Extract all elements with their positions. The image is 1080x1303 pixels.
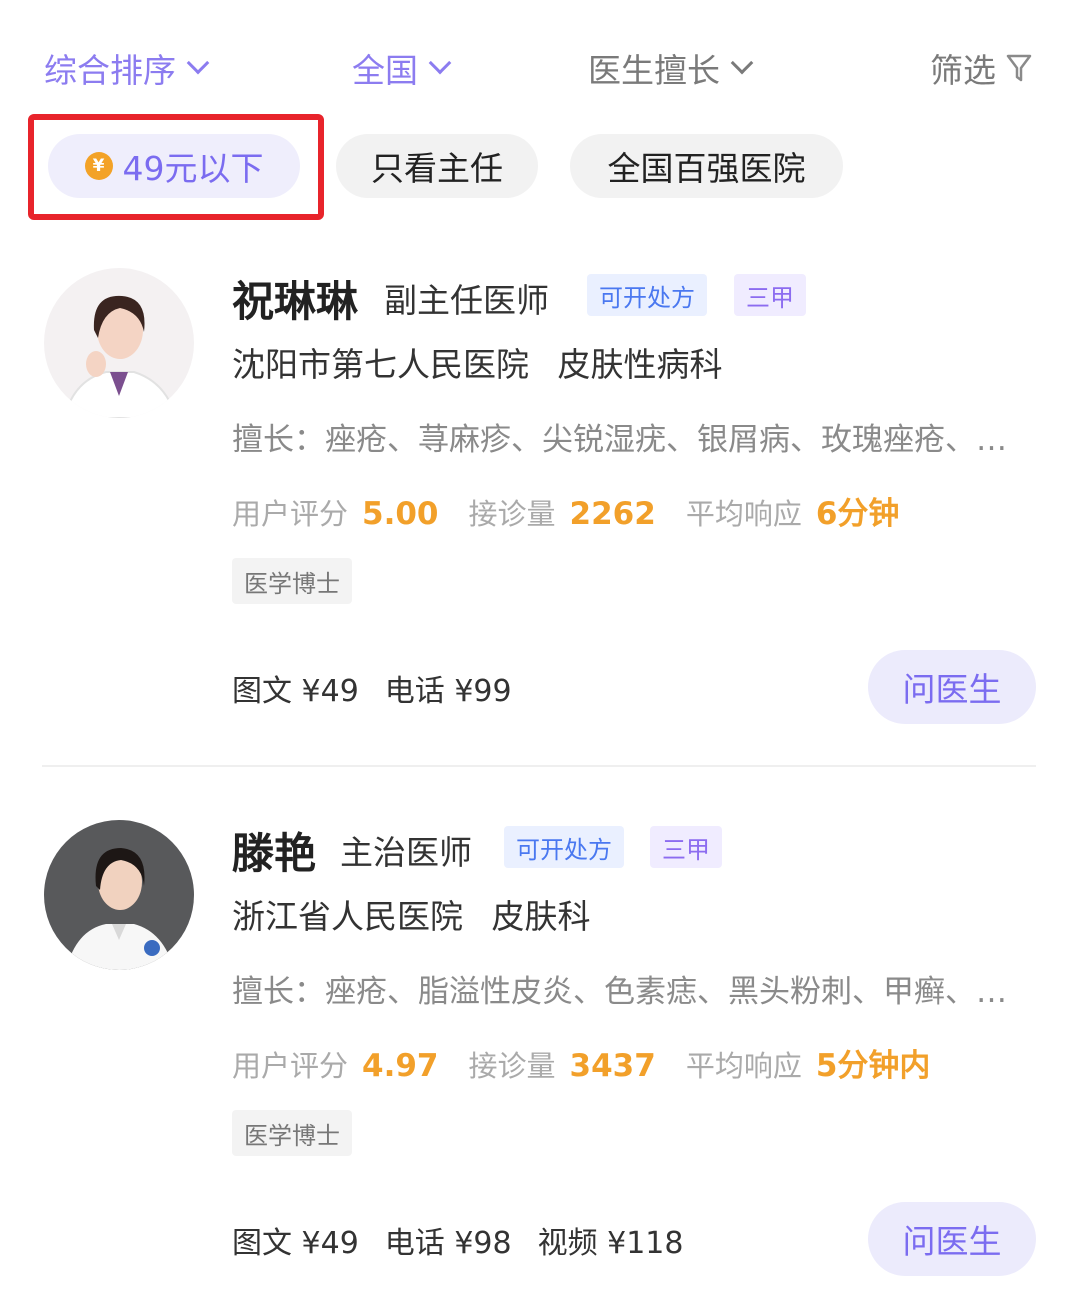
prescription-tag: 可开处方 [587, 274, 707, 316]
doctor-avatar [44, 268, 194, 418]
chevron-down-icon [730, 51, 754, 75]
degree-badge: 医学博士 [232, 558, 352, 604]
price-video: 视频 ¥118 [537, 1226, 684, 1261]
sort-dropdown[interactable]: 综合排序 [44, 42, 210, 94]
price-list: 图文 ¥49 电话 ¥99 [232, 666, 538, 710]
price-list: 图文 ¥49 电话 ¥98 视频 ¥118 [232, 1218, 709, 1262]
doctor-name: 祝琳琳 [232, 277, 359, 326]
rating-label: 用户评分 [232, 497, 349, 531]
chip-top100-hospitals[interactable]: 全国百强医院 [570, 134, 843, 198]
sort-label: 综合排序 [44, 51, 176, 90]
price-phone: 电话 ¥99 [384, 674, 512, 709]
response-label: 平均响应 [685, 497, 802, 531]
doctor-name: 滕艳 [232, 829, 317, 878]
degree-badge: 医学博士 [232, 1110, 352, 1156]
doctor-title: 主治医师 [340, 833, 472, 872]
hospital-department: 沈阳市第七人民医院 皮肤性病科 [232, 338, 723, 386]
doctor-stats: 用户评分 4.97 接诊量 3437 平均响应 5分钟内 [232, 1040, 960, 1085]
department-name: 皮肤性病科 [557, 345, 723, 384]
doctor-title: 副主任医师 [384, 281, 549, 320]
visits-label: 接诊量 [468, 1049, 556, 1083]
price-phone: 电话 ¥98 [384, 1226, 512, 1261]
doctor-skills: 擅长：痤疮、荨麻疹、尖锐湿疣、银屑病、玫瑰痤疮、湿疹 [232, 422, 1037, 458]
ask-doctor-button[interactable]: 问医生 [868, 650, 1036, 724]
response-value: 6分钟 [815, 496, 900, 532]
ask-doctor-button[interactable]: 问医生 [868, 1202, 1036, 1276]
chevron-down-icon [186, 51, 210, 75]
chevron-down-icon [428, 51, 452, 75]
response-label: 平均响应 [685, 1049, 802, 1083]
filter-label: 筛选 [930, 51, 996, 90]
visits-value: 2262 [569, 496, 656, 532]
prescription-tag: 可开处方 [504, 826, 624, 868]
specialty-label: 医生擅长 [588, 51, 720, 90]
highlight-box [28, 114, 324, 220]
hospital-name: 浙江省人民医院 [232, 897, 463, 936]
visits-label: 接诊量 [468, 497, 556, 531]
rating-value: 4.97 [362, 1048, 439, 1084]
doctor-skills: 擅长：痤疮、脂溢性皮炎、色素痣、黑头粉刺、甲癣、湿疹 [232, 974, 1037, 1010]
hospital-name: 沈阳市第七人民医院 [232, 345, 529, 384]
chip-director-only-label: 只看主任 [371, 149, 503, 188]
rating-value: 5.00 [362, 496, 439, 532]
visits-value: 3437 [569, 1048, 656, 1084]
rating-label: 用户评分 [232, 1049, 349, 1083]
hospital-department: 浙江省人民医院 皮肤科 [232, 890, 591, 938]
funnel-icon [1006, 54, 1032, 82]
chip-director-only[interactable]: 只看主任 [336, 134, 538, 198]
response-value: 5分钟内 [815, 1048, 931, 1084]
hospital-grade-tag: 三甲 [650, 826, 722, 868]
region-label: 全国 [352, 51, 418, 90]
hospital-grade-tag: 三甲 [734, 274, 806, 316]
price-text: 图文 ¥49 [232, 1226, 359, 1261]
doctor-avatar [44, 820, 194, 970]
card-divider [42, 765, 1036, 767]
chip-top100-label: 全国百强医院 [607, 149, 806, 188]
region-dropdown[interactable]: 全国 [352, 42, 452, 94]
doctor-stats: 用户评分 5.00 接诊量 2262 平均响应 6分钟 [232, 488, 929, 533]
department-name: 皮肤科 [491, 897, 591, 936]
price-text: 图文 ¥49 [232, 674, 359, 709]
filter-button[interactable]: 筛选 [930, 42, 1032, 94]
specialty-dropdown[interactable]: 医生擅长 [588, 42, 754, 94]
